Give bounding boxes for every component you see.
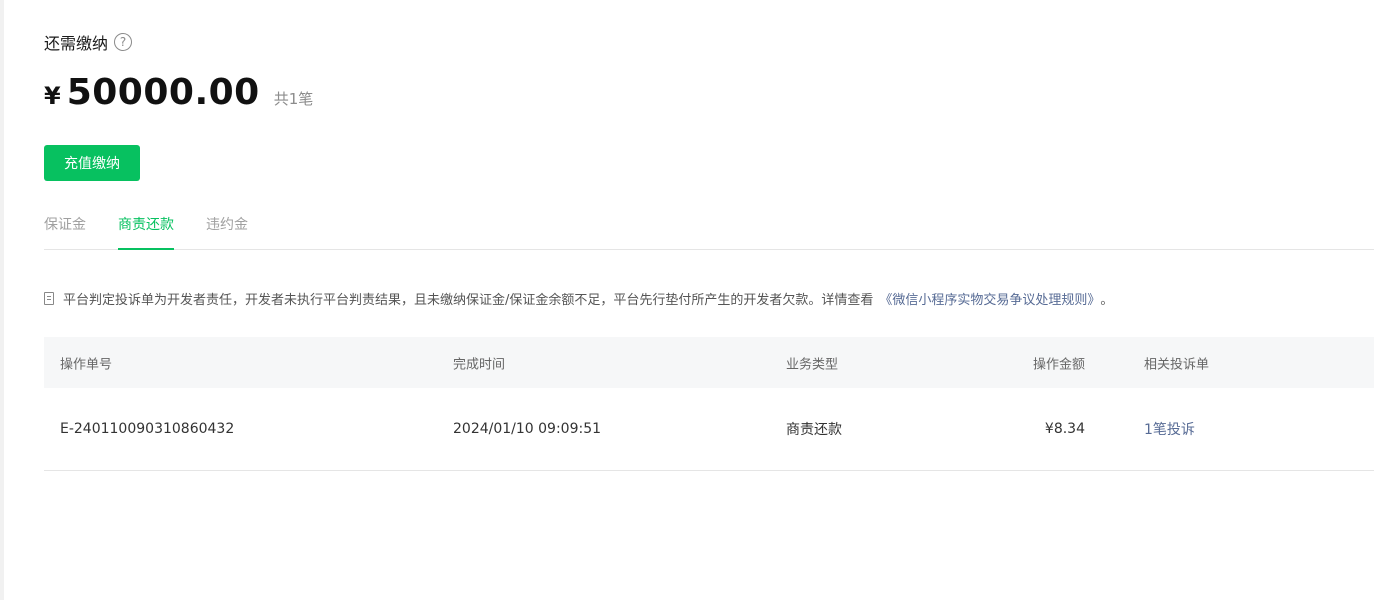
tab-penalty[interactable]: 违约金 (206, 214, 248, 234)
notice: 平台判定投诉单为开发者责任，开发者未执行平台判责结果，且未缴纳保证金/保证金余额… (44, 289, 1113, 308)
due-title-row: 还需缴纳 ? (44, 30, 133, 54)
tab-bar: 保证金 商责还款 违约金 (44, 202, 1374, 250)
active-tab-indicator (118, 248, 174, 250)
left-panel-edge (0, 0, 4, 600)
tab-merchant-repayment[interactable]: 商责还款 (118, 214, 174, 234)
due-amount: 50000.00 (66, 72, 260, 113)
cell-business-type: 商责还款 (786, 422, 842, 438)
document-icon (44, 292, 54, 305)
recharge-pay-button[interactable]: 充值缴纳 (44, 145, 140, 181)
due-title: 还需缴纳 (44, 34, 109, 53)
currency-symbol: ¥ (44, 82, 61, 110)
header-order-id: 操作单号 (60, 357, 113, 372)
cell-completed-time: 2024/01/10 09:09:51 (453, 421, 602, 437)
cell-amount: ¥8.34 (1044, 421, 1085, 437)
due-amount-row: ¥ 50000.00 共1笔 (44, 72, 313, 113)
rules-link[interactable]: 《微信小程序实物交易争议处理规则》 (879, 289, 1100, 308)
tab-deposit[interactable]: 保证金 (44, 214, 86, 234)
help-icon[interactable]: ? (114, 33, 133, 51)
header-completed-time: 完成时间 (453, 357, 506, 372)
header-amount: 操作金额 (1032, 357, 1085, 372)
table-header: 操作单号 完成时间 业务类型 操作金额 相关投诉单 (44, 337, 1374, 388)
table-row: E-240110090310860432 2024/01/10 09:09:51… (44, 388, 1374, 471)
complaints-link[interactable]: 1笔投诉 (1144, 419, 1195, 439)
notice-text: 平台判定投诉单为开发者责任，开发者未执行平台判责结果，且未缴纳保证金/保证金余额… (63, 293, 874, 308)
header-business-type: 业务类型 (786, 357, 839, 372)
due-count: 共1笔 (273, 90, 314, 108)
cell-order-id: E-240110090310860432 (60, 421, 235, 437)
records-table: 操作单号 完成时间 业务类型 操作金额 相关投诉单 E-240110090310… (44, 337, 1374, 471)
notice-suffix: 。 (1100, 293, 1114, 308)
header-complaints: 相关投诉单 (1144, 357, 1210, 372)
